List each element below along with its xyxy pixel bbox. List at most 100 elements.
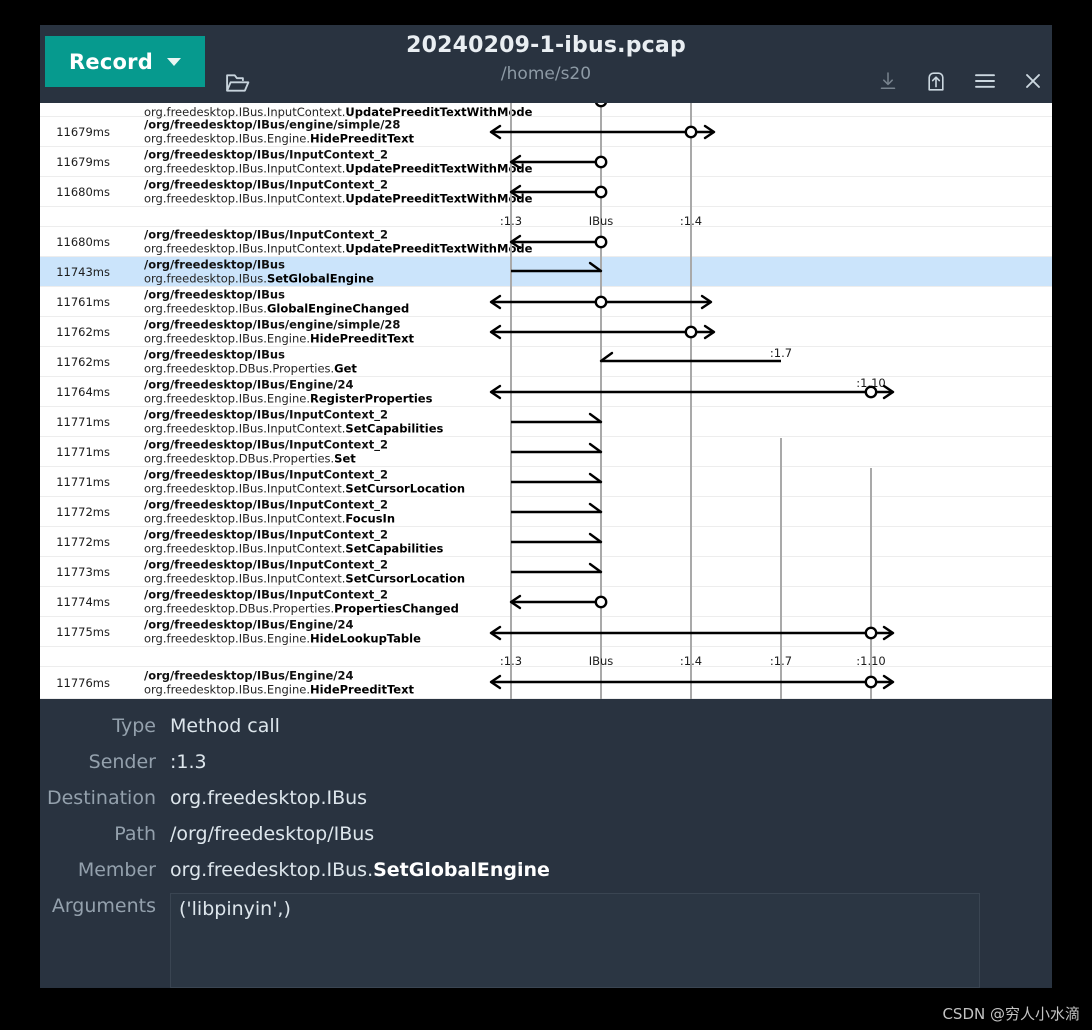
table-row[interactable]: 11679ms/org/freedesktop/IBus/engine/simp… [40, 117, 1052, 147]
row-message: /org/freedesktop/IBus/InputContext_2 org.… [144, 147, 532, 176]
message-row-list: org.freedesktop.IBus.InputContext.Update… [40, 103, 1052, 699]
table-row[interactable]: 11771ms/org/freedesktop/IBus/InputContex… [40, 407, 1052, 437]
row-interface: org.freedesktop.IBus.Engine.HideLookupTa… [144, 631, 421, 646]
arguments-field[interactable]: ('libpinyin',) [170, 893, 980, 988]
table-row[interactable]: 11679ms/org/freedesktop/IBus/InputContex… [40, 147, 1052, 177]
row-interface: org.freedesktop.IBus.InputContext.SetCur… [144, 481, 466, 496]
detail-row-type: Type Method call [40, 711, 1052, 747]
open-folder-button[interactable] [224, 71, 252, 95]
detail-label-type: Type [112, 715, 156, 737]
row-timestamp: 11679ms [56, 124, 110, 139]
row-message: /org/freedesktop/IBus/InputContext_2 org.… [144, 497, 395, 526]
table-row[interactable]: 11743ms/org/freedesktop/IBus org.freedesk… [40, 257, 1052, 287]
app-window: Record 20240209-1-ibus.pcap /home/s20 or… [40, 25, 1052, 988]
row-object-path: /org/freedesktop/IBus/InputContext_2 [144, 176, 388, 191]
row-object-path: /org/freedesktop/IBus/InputContext_2 [144, 556, 388, 571]
detail-row-path: Path /org/freedesktop/IBus [40, 819, 1052, 855]
row-timestamp: 11762ms [56, 354, 110, 369]
row-object-path: /org/freedesktop/IBus/Engine/24 [144, 376, 354, 391]
row-object-path: /org/freedesktop/IBus [144, 346, 285, 361]
menu-icon[interactable] [974, 72, 996, 90]
detail-value-type: Method call [170, 715, 280, 737]
row-object-path: /org/freedesktop/IBus/InputContext_2 [144, 146, 388, 161]
row-object-path: /org/freedesktop/IBus/InputContext_2 [144, 226, 388, 241]
detail-label-destination: Destination [46, 787, 156, 809]
table-row[interactable]: 11772ms/org/freedesktop/IBus/InputContex… [40, 527, 1052, 557]
table-row[interactable]: 11771ms/org/freedesktop/IBus/InputContex… [40, 467, 1052, 497]
header-icon-group [878, 70, 1042, 92]
row-object-path: /org/freedesktop/IBus/InputContext_2 [144, 466, 388, 481]
row-message: /org/freedesktop/IBus/InputContext_2 org.… [144, 527, 443, 556]
row-object-path: /org/freedesktop/IBus/InputContext_2 [144, 526, 388, 541]
detail-row-sender: Sender :1.3 [40, 747, 1052, 783]
row-object-path: /org/freedesktop/IBus/Engine/24 [144, 667, 354, 682]
detail-label-path: Path [114, 823, 156, 845]
row-interface: org.freedesktop.IBus.GlobalEngineChanged [144, 301, 410, 316]
row-interface: org.freedesktop.DBus.Properties.Properti… [144, 601, 459, 616]
close-icon[interactable] [1024, 72, 1042, 90]
row-timestamp: 11773ms [56, 564, 110, 579]
table-row[interactable]: 11762ms/org/freedesktop/IBus org.freedesk… [40, 347, 1052, 377]
row-message: /org/freedesktop/IBus org.freedesktop.DBu… [144, 347, 357, 376]
table-row[interactable]: 11764ms/org/freedesktop/IBus/Engine/24 or… [40, 377, 1052, 407]
row-object-path: /org/freedesktop/IBus [144, 256, 285, 271]
row-object-path: /org/freedesktop/IBus/engine/simple/28 [144, 116, 401, 131]
table-row[interactable]: 11680ms/org/freedesktop/IBus/InputContex… [40, 227, 1052, 257]
row-timestamp: 11761ms [56, 294, 110, 309]
row-timestamp: 11762ms [56, 324, 110, 339]
row-interface: org.freedesktop.IBus.InputContext.SetCap… [144, 421, 444, 436]
row-interface: org.freedesktop.IBus.InputContext.Update… [144, 241, 533, 256]
detail-value-destination: org.freedesktop.IBus [170, 787, 368, 809]
row-timestamp: 11771ms [56, 444, 110, 459]
row-object-path: /org/freedesktop/IBus/InputContext_2 [144, 406, 388, 421]
row-message: /org/freedesktop/IBus/Engine/24 org.freed… [144, 617, 421, 646]
table-row[interactable]: 11776ms/org/freedesktop/IBus/Engine/24 or… [40, 667, 1052, 699]
table-row[interactable]: 11762ms/org/freedesktop/IBus/engine/simp… [40, 317, 1052, 347]
chevron-down-icon[interactable] [166, 57, 181, 66]
row-interface: org.freedesktop.IBus.InputContext.SetCur… [144, 571, 466, 586]
row-object-path: /org/freedesktop/IBus/Engine/24 [144, 616, 354, 631]
table-row[interactable]: 11775ms/org/freedesktop/IBus/Engine/24 or… [40, 617, 1052, 647]
record-button[interactable]: Record [45, 36, 205, 87]
row-timestamp: 11772ms [56, 534, 110, 549]
row-interface: org.freedesktop.IBus.Engine.RegisterProp… [144, 391, 433, 406]
row-timestamp: 11764ms [56, 384, 110, 399]
row-timestamp: 11776ms [56, 675, 110, 690]
row-interface: org.freedesktop.IBus.SetGlobalEngine [144, 271, 374, 286]
lifeline-label-band [40, 647, 1052, 667]
row-message: /org/freedesktop/IBus/Engine/24 org.freed… [144, 668, 414, 697]
table-row[interactable]: 11761ms/org/freedesktop/IBus org.freedesk… [40, 287, 1052, 317]
detail-value-member: org.freedesktop.IBus.SetGlobalEngine [170, 855, 550, 885]
row-timestamp: 11680ms [56, 184, 110, 199]
table-row[interactable]: org.freedesktop.IBus.InputContext.Update… [40, 103, 1052, 119]
row-timestamp: 11775ms [56, 624, 110, 639]
row-object-path: /org/freedesktop/IBus/InputContext_2 [144, 436, 388, 451]
download-icon[interactable] [878, 71, 898, 91]
detail-label-arguments: Arguments [51, 895, 156, 917]
table-row[interactable]: 11772ms/org/freedesktop/IBus/InputContex… [40, 497, 1052, 527]
row-timestamp: 11774ms [56, 594, 110, 609]
row-object-path: /org/freedesktop/IBus/engine/simple/28 [144, 316, 401, 331]
row-message: /org/freedesktop/IBus/InputContext_2 org.… [144, 227, 532, 256]
table-row[interactable]: 11774ms/org/freedesktop/IBus/InputContex… [40, 587, 1052, 617]
row-interface: org.freedesktop.IBus.Engine.HidePreeditT… [144, 331, 415, 346]
table-row[interactable]: 11680ms/org/freedesktop/IBus/InputContex… [40, 177, 1052, 207]
row-object-path: /org/freedesktop/IBus/InputContext_2 [144, 496, 388, 511]
row-interface: org.freedesktop.IBus.Engine.HidePreeditT… [144, 682, 415, 697]
row-interface: org.freedesktop.DBus.Properties.Set [144, 451, 356, 466]
table-row[interactable]: 11773ms/org/freedesktop/IBus/InputContex… [40, 557, 1052, 587]
row-message: /org/freedesktop/IBus/InputContext_2 org.… [144, 437, 388, 466]
row-interface: org.freedesktop.DBus.Properties.Get [144, 361, 357, 376]
sequence-diagram-panel[interactable]: org.freedesktop.IBus.InputContext.Update… [40, 103, 1052, 699]
detail-row-destination: Destination org.freedesktop.IBus [40, 783, 1052, 819]
row-message: /org/freedesktop/IBus/engine/simple/28 or… [144, 317, 414, 346]
row-message: /org/freedesktop/IBus/InputContext_2 org.… [144, 177, 532, 206]
window-header: Record 20240209-1-ibus.pcap /home/s20 [40, 25, 1052, 103]
watermark: CSDN @穷人小水滴 [942, 1005, 1080, 1023]
table-row[interactable]: 11771ms/org/freedesktop/IBus/InputContex… [40, 437, 1052, 467]
export-icon[interactable] [926, 70, 946, 92]
row-message: /org/freedesktop/IBus org.freedesktop.IBu… [144, 287, 409, 316]
row-message: /org/freedesktop/IBus/InputContext_2 org.… [144, 587, 459, 616]
row-timestamp: 11771ms [56, 474, 110, 489]
row-object-path: /org/freedesktop/IBus/InputContext_2 [144, 586, 388, 601]
